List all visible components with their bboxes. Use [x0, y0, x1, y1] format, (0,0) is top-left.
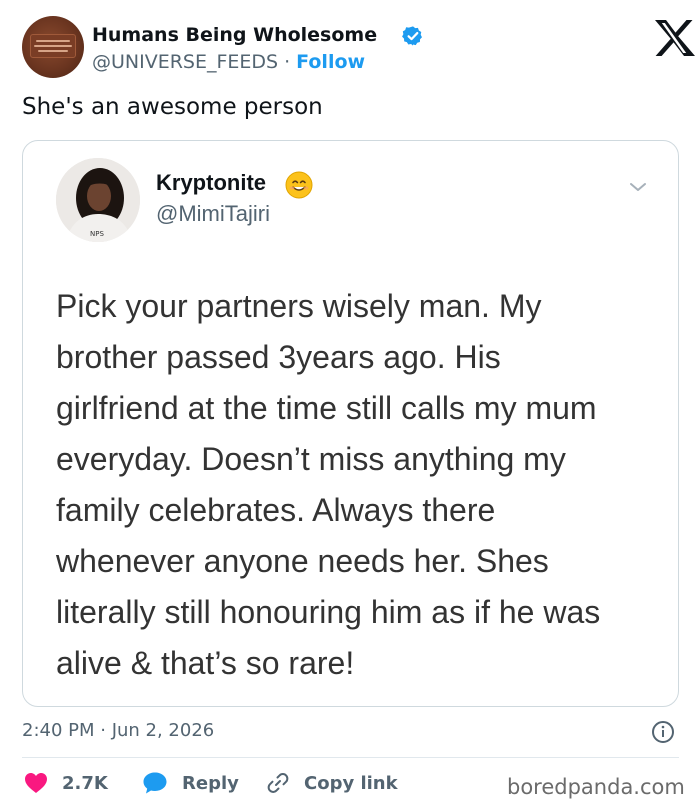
follow-button[interactable]: Follow: [296, 51, 365, 73]
quoted-body-line: everyday. Doesn’t miss anything my: [56, 441, 566, 477]
smiling-face-emoji-icon: [285, 171, 313, 199]
quoted-body-text: Pick your partners wisely man. My brothe…: [56, 281, 666, 689]
separator-dot: ·: [284, 51, 291, 73]
verified-badge-icon: [402, 26, 422, 46]
quoted-body-line: literally still honouring him as if he w…: [56, 594, 601, 630]
heart-icon: [25, 773, 47, 793]
quoted-body-line: girlfriend at the time still calls my mu…: [56, 390, 597, 426]
account-avatar[interactable]: [22, 16, 84, 78]
quoted-avatar[interactable]: NPS: [56, 158, 140, 242]
like-button[interactable]: 2.7K: [24, 768, 108, 798]
tweet-header: Humans Being Wholesome @UNIVERSE_FEEDS · F…: [22, 16, 695, 78]
chevron-down-icon[interactable]: [627, 179, 649, 195]
watermark: boredpanda.com: [507, 775, 685, 799]
quoted-body-line: family celebrates. Always there: [56, 492, 496, 528]
account-handle-row: @UNIVERSE_FEEDS · Follow: [92, 51, 365, 73]
reply-label: Reply: [182, 772, 239, 794]
svg-text:NPS: NPS: [90, 230, 104, 238]
copy-link-label: Copy link: [304, 772, 398, 794]
tweet-text: She's an awesome person: [22, 94, 323, 120]
copy-link-button[interactable]: Copy link: [266, 768, 398, 798]
quoted-body-line: Pick your partners wisely man. My: [56, 288, 542, 324]
quoted-handle[interactable]: @MimiTajiri: [156, 201, 270, 227]
quoted-body-line: brother passed 3years ago. His: [56, 339, 501, 375]
link-icon: [267, 773, 289, 793]
reply-bubble-icon: [143, 772, 167, 794]
tweet-timestamp[interactable]: 2:40 PM · Jun 2, 2026: [22, 720, 214, 741]
info-icon[interactable]: [651, 720, 675, 744]
x-logo-icon[interactable]: [652, 18, 698, 58]
quoted-tweet-card[interactable]: NPS Kryptonite @MimiTajiri Pick your par…: [22, 140, 679, 707]
account-name[interactable]: Humans Being Wholesome: [92, 24, 377, 46]
avatar-plaque-image: [30, 34, 76, 58]
quoted-body-line: whenever anyone needs her. Shes: [56, 543, 549, 579]
quoted-name[interactable]: Kryptonite: [156, 170, 266, 196]
likes-count: 2.7K: [62, 772, 108, 794]
account-handle[interactable]: @UNIVERSE_FEEDS: [92, 51, 278, 73]
divider: [22, 757, 679, 758]
reply-button[interactable]: Reply: [142, 768, 239, 798]
quoted-body-line: alive & that’s so rare!: [56, 645, 355, 681]
quoted-avatar-photo: NPS: [56, 158, 140, 242]
